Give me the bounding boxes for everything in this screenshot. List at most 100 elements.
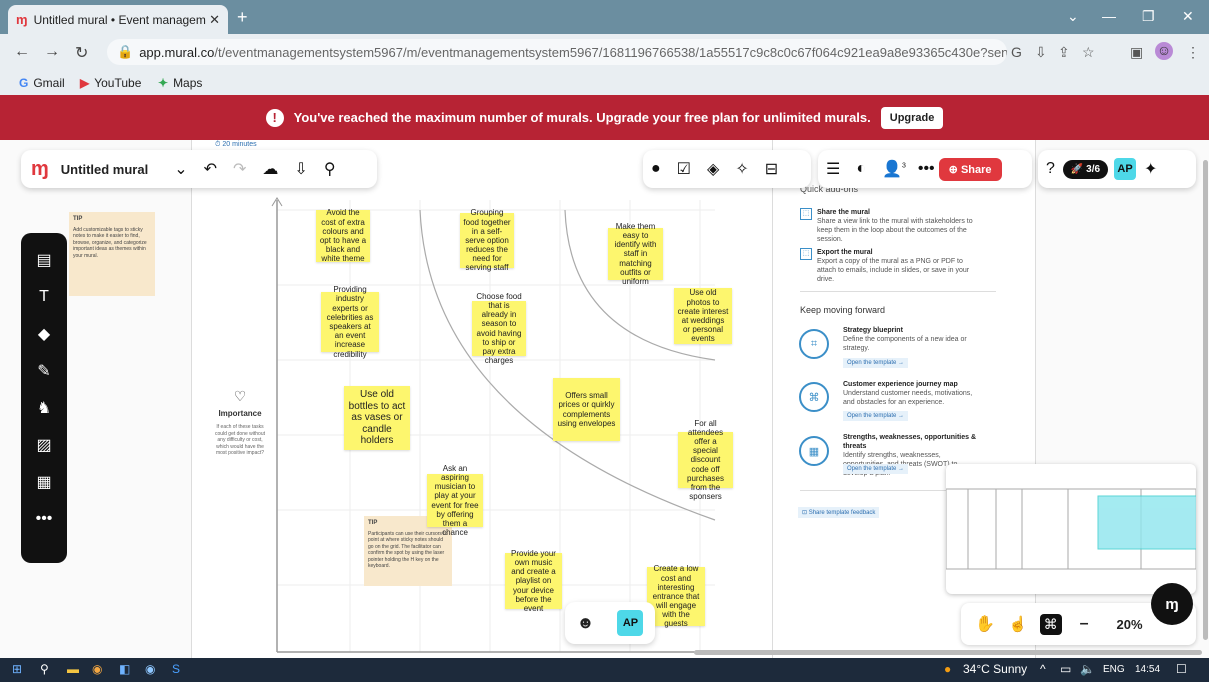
volume-icon[interactable]: 🔈 bbox=[1080, 662, 1095, 676]
timer-icon[interactable]: ● bbox=[651, 160, 661, 178]
sparkle-ai-icon[interactable]: ✦ bbox=[1144, 159, 1157, 179]
participants-icon[interactable]: 👤3 bbox=[882, 159, 906, 179]
open-template-link[interactable]: Open the template → bbox=[843, 411, 909, 421]
sticky-note[interactable]: Make them easy to identify with staff in… bbox=[608, 222, 663, 286]
shapes-tool-icon[interactable]: ◆ bbox=[38, 315, 50, 352]
sticky-note[interactable]: Grouping food together in a self-serve o… bbox=[460, 208, 514, 272]
lock-icon: 🔒 bbox=[117, 44, 134, 59]
file-explorer-icon[interactable]: ▬ bbox=[67, 662, 79, 676]
chrome-active-icon[interactable]: ◉ bbox=[145, 662, 155, 676]
minimize-icon[interactable]: — bbox=[1102, 8, 1116, 24]
voting-icon[interactable]: ☑ bbox=[677, 159, 691, 179]
cloud-saved-icon[interactable]: ☁ bbox=[262, 159, 278, 179]
bookmark-youtube[interactable]: ▶ YouTube bbox=[80, 76, 141, 90]
mural-title[interactable]: Untitled mural bbox=[61, 162, 148, 177]
templates-icon[interactable]: ▦ bbox=[36, 463, 51, 500]
undo-icon[interactable]: ↶ bbox=[204, 159, 217, 179]
new-tab-icon[interactable]: + bbox=[237, 7, 248, 28]
select-cursor-icon[interactable]: ☝ bbox=[1009, 615, 1028, 633]
redo-icon[interactable]: ↷ bbox=[233, 159, 246, 179]
hand-pan-icon[interactable]: ✋ bbox=[975, 614, 995, 634]
sticky-note-tool-icon[interactable]: ▤ bbox=[36, 241, 51, 278]
sidepanel-icon[interactable]: ▣ bbox=[1130, 44, 1143, 61]
sticky-note[interactable]: For all attendees offer a special discou… bbox=[678, 419, 733, 501]
google-icon[interactable]: G bbox=[1011, 44, 1022, 60]
reload-icon[interactable]: ↻ bbox=[75, 43, 88, 63]
browser-tab[interactable]: ɱ Untitled mural • Event managem ✕ bbox=[8, 5, 228, 34]
bookmark-gmail[interactable]: G Gmail bbox=[19, 76, 65, 90]
open-template-link[interactable]: Open the template → bbox=[843, 464, 909, 474]
sticky-note[interactable]: Provide your own music and create a play… bbox=[505, 549, 562, 613]
minimap[interactable] bbox=[946, 464, 1196, 594]
back-icon[interactable]: ← bbox=[14, 43, 30, 61]
profile-avatar[interactable]: ☺ bbox=[1155, 42, 1173, 60]
restore-icon[interactable]: ❐ bbox=[1142, 8, 1155, 25]
presentation-mode-icon[interactable]: ⌘ bbox=[1039, 613, 1062, 635]
tab-search-icon[interactable]: ⌄ bbox=[1067, 8, 1079, 25]
skype-icon[interactable]: S bbox=[172, 662, 180, 676]
sticky-note[interactable]: Create a low cost and interesting entran… bbox=[647, 564, 705, 628]
more-dots-icon[interactable]: ••• bbox=[918, 160, 935, 178]
more-tools-icon[interactable]: ••• bbox=[36, 500, 53, 537]
vertical-scrollbar[interactable] bbox=[1203, 160, 1208, 640]
upgrade-button[interactable]: Upgrade bbox=[880, 106, 944, 129]
template-feedback-link[interactable]: ⊡ Share template feedback bbox=[798, 507, 880, 518]
bookmark-maps[interactable]: ✦ Maps bbox=[158, 76, 202, 90]
search-icon[interactable]: ⚲ bbox=[40, 662, 49, 676]
lock-board-icon[interactable]: ⊟ bbox=[765, 159, 778, 179]
share-mural-addon[interactable]: Share the mural Share a view link to the… bbox=[817, 208, 977, 244]
sticky-note[interactable]: Offers small prices or quirkly complemen… bbox=[553, 378, 620, 441]
sticky-note[interactable]: Choose food that is already in season to… bbox=[472, 292, 526, 365]
horizontal-scrollbar[interactable] bbox=[694, 650, 1202, 655]
close-tab-icon[interactable]: ✕ bbox=[209, 12, 220, 28]
search-icon[interactable]: ⚲ bbox=[324, 159, 336, 179]
private-mode-icon[interactable]: ◈ bbox=[707, 159, 719, 179]
sticky-note[interactable]: Ask an aspiring musician to play at your… bbox=[427, 464, 483, 537]
export-mural-addon[interactable]: Export the mural Export a copy of the mu… bbox=[817, 248, 977, 284]
menu-dots-icon[interactable]: ⋮ bbox=[1186, 44, 1200, 61]
forward-icon[interactable]: → bbox=[44, 43, 60, 61]
weather-text[interactable]: 34°C Sunny bbox=[963, 662, 1027, 676]
chrome-icon[interactable]: ◉ bbox=[92, 662, 102, 676]
tip-note[interactable]: TIP Add customizable tags to sticky note… bbox=[69, 212, 155, 296]
notifications-icon[interactable]: ☐ bbox=[1176, 662, 1187, 676]
install-icon[interactable]: ⇩ bbox=[1035, 44, 1047, 61]
open-template-link[interactable]: Open the template → bbox=[843, 358, 909, 368]
draw-tool-icon[interactable]: ✎ bbox=[37, 352, 50, 389]
close-window-icon[interactable]: ✕ bbox=[1182, 8, 1194, 25]
address-bar-row: ← → ↻ 🔒 app.mural.co/t/eventmanagementsy… bbox=[0, 34, 1209, 70]
onboarding-progress[interactable]: 🚀 3/6 bbox=[1062, 159, 1109, 179]
sticky-note[interactable]: Avoid the cost of extra colours and opt … bbox=[316, 208, 370, 263]
battery-icon[interactable]: ▭ bbox=[1060, 662, 1071, 676]
share-page-icon[interactable]: ⇪ bbox=[1058, 44, 1070, 61]
outline-icon[interactable]: ☰ bbox=[826, 159, 840, 179]
timer-label[interactable]: ⏱ 20 minutes bbox=[215, 141, 257, 149]
download-icon[interactable]: ⇩ bbox=[294, 159, 307, 179]
zoom-level[interactable]: 20% bbox=[1117, 617, 1143, 632]
sticky-note[interactable]: Providing industry experts or celebritie… bbox=[321, 285, 379, 359]
llama-icon[interactable]: ♞ bbox=[37, 389, 51, 426]
zoom-out-icon[interactable]: – bbox=[1080, 615, 1089, 633]
mural-logo-icon[interactable]: ɱ bbox=[31, 158, 49, 181]
windows-start-icon[interactable]: ⊞ bbox=[12, 662, 22, 676]
laser-pointer-icon[interactable]: ✧ bbox=[735, 159, 748, 179]
help-icon[interactable]: ? bbox=[1046, 160, 1055, 178]
mural-assistant-icon[interactable]: ɱ bbox=[1151, 583, 1193, 625]
text-tool-icon[interactable]: T bbox=[39, 278, 49, 315]
share-button[interactable]: ⊕ Share bbox=[938, 157, 1002, 181]
clock[interactable]: 14:54 bbox=[1135, 664, 1160, 675]
chevron-down-icon[interactable]: ⌄ bbox=[174, 159, 187, 179]
url-field[interactable]: 🔒 app.mural.co/t/eventmanagementsystem59… bbox=[107, 39, 1007, 65]
swot-grid-icon: ▦ bbox=[799, 436, 829, 466]
emoji-reaction-icon[interactable]: ☻ bbox=[577, 613, 595, 633]
sticky-note[interactable]: Use old photos to create interest at wed… bbox=[674, 288, 732, 344]
language-indicator[interactable]: ENG bbox=[1103, 664, 1125, 675]
image-tool-icon[interactable]: ▨ bbox=[36, 426, 51, 463]
tray-chevron-icon[interactable]: ^ bbox=[1040, 662, 1046, 676]
bookmark-star-icon[interactable]: ☆ bbox=[1082, 44, 1095, 61]
sticky-note[interactable]: Use old bottles to act as vases or candl… bbox=[344, 386, 410, 450]
comments-icon[interactable]: ◐ bbox=[856, 160, 866, 178]
store-icon[interactable]: ◧ bbox=[119, 662, 130, 676]
user-avatar[interactable]: AP bbox=[1114, 158, 1137, 180]
user-avatar[interactable]: AP bbox=[617, 610, 644, 636]
